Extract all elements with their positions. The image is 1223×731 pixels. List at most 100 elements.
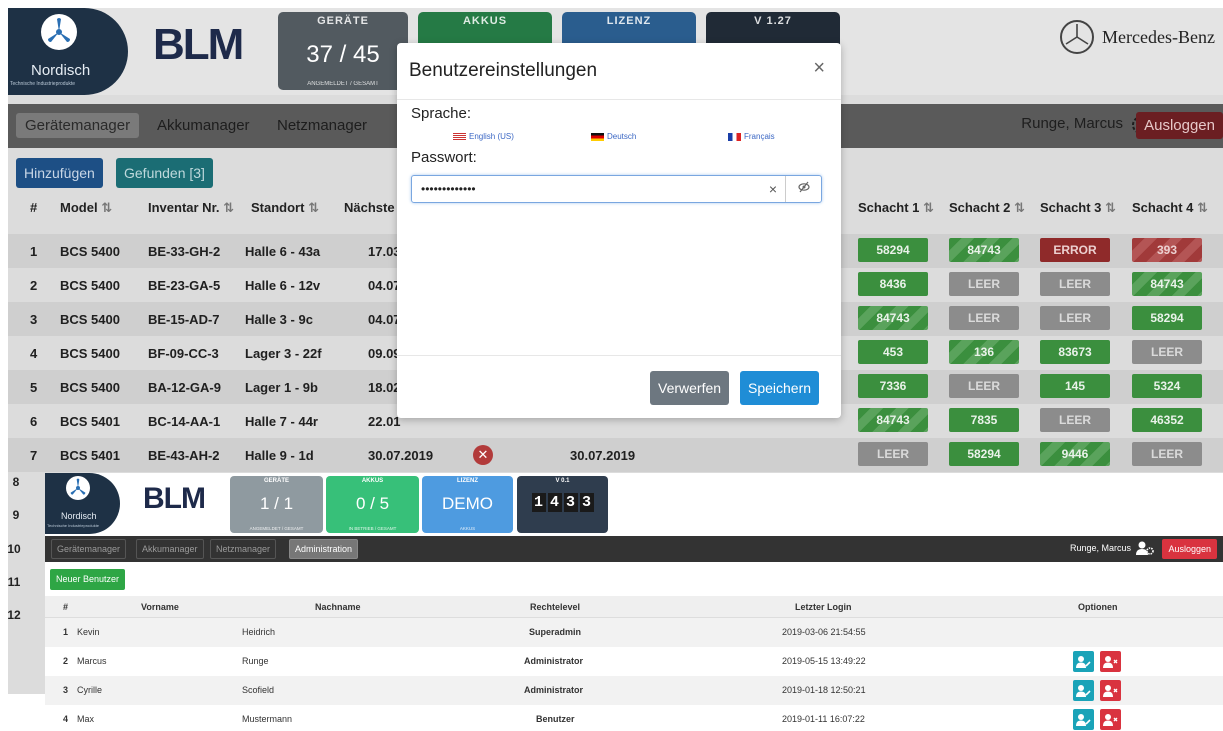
clear-icon[interactable]: × xyxy=(769,181,777,197)
slot-cell[interactable]: 58294 xyxy=(1132,306,1202,330)
slot-cell[interactable]: 453 xyxy=(858,340,928,364)
slot-cell[interactable]: 58294 xyxy=(949,442,1019,466)
slot-cell[interactable]: 7336 xyxy=(858,374,928,398)
tile-lizenz: LIZENZ DEMO AKKUS xyxy=(422,476,513,533)
mercedes-star-icon xyxy=(1060,20,1095,54)
bg-tile-akkus-head: AKKUS xyxy=(462,15,508,27)
slot-cell[interactable]: LEER xyxy=(1132,340,1202,364)
slot-cell[interactable]: 9446 xyxy=(1040,442,1110,466)
nav-netzmanager[interactable]: Netzmanager xyxy=(210,539,277,559)
user-last-login: 2019-05-15 13:49:22 xyxy=(782,656,866,666)
admin-logo-name: Nordisch xyxy=(61,511,97,521)
close-icon[interactable]: × xyxy=(813,57,825,80)
user-rights-level: Administrator xyxy=(524,685,584,695)
edit-user-button[interactable] xyxy=(1073,680,1094,701)
slot-cell[interactable]: ERROR xyxy=(1040,238,1110,262)
bg-th-schacht2[interactable]: Schacht 2 ⇅ xyxy=(949,200,1025,230)
slot-cell[interactable]: 5324 xyxy=(1132,374,1202,398)
bg-nav-netzmanager[interactable]: Netzmanager xyxy=(268,113,376,138)
admin-blm-logo: BLM xyxy=(143,476,215,526)
bg-logout-button[interactable]: Ausloggen xyxy=(1136,112,1223,139)
delete-user-icon xyxy=(1103,685,1118,697)
edit-user-button[interactable] xyxy=(1073,651,1094,672)
password-input[interactable]: ••••••••••••• × xyxy=(411,175,822,203)
row-model: BCS 5400 xyxy=(60,244,120,259)
save-button[interactable]: Speichern xyxy=(740,371,820,405)
slot-cell[interactable]: 393 xyxy=(1132,238,1202,262)
add-button[interactable]: Hinzufügen xyxy=(16,158,103,188)
slot-cell[interactable]: 136 xyxy=(949,340,1019,364)
slot-cell[interactable]: LEER xyxy=(858,442,928,466)
slot-cell[interactable]: LEER xyxy=(1040,408,1110,432)
eye-icon[interactable] xyxy=(785,176,821,202)
slot-cell[interactable]: LEER xyxy=(1040,306,1110,330)
nav-administration[interactable]: Administration xyxy=(289,539,359,559)
row-num: 4 xyxy=(30,346,38,361)
bg-th-schacht1[interactable]: Schacht 1 ⇅ xyxy=(858,200,934,230)
bg-th-num: # xyxy=(30,200,38,215)
slot-cell[interactable]: 8436 xyxy=(858,272,928,296)
slot-cell[interactable]: LEER xyxy=(949,374,1019,398)
lang-francais[interactable]: Français xyxy=(728,132,775,141)
propeller-icon xyxy=(41,14,77,50)
found-button[interactable]: Gefunden [3] xyxy=(116,158,213,188)
slot-cell[interactable]: 83673 xyxy=(1040,340,1110,364)
bg-th-model[interactable]: Model ⇅ xyxy=(60,200,112,230)
language-label: Sprache: xyxy=(411,105,472,122)
bg-nav-akkumanager[interactable]: Akkumanager xyxy=(148,113,259,138)
row-date: 17.03 xyxy=(368,244,401,259)
edit-user-button[interactable] xyxy=(1073,709,1094,730)
admin-blm-text: BLM xyxy=(143,482,206,515)
slot-cell[interactable]: LEER xyxy=(949,272,1019,296)
bg-table-row[interactable]: 7 BCS 5401 BE-43-AH-2 Halle 9 - 1d 30.07… xyxy=(8,438,1223,472)
lang-francais-label: Français xyxy=(744,132,775,141)
slot-cell[interactable]: LEER xyxy=(1132,442,1202,466)
new-user-button[interactable]: Neuer Benutzer xyxy=(50,569,126,590)
row-standort: Halle 3 - 9c xyxy=(245,312,313,327)
bg-th-inventar[interactable]: Inventar Nr. ⇅ xyxy=(148,200,234,230)
discard-button[interactable]: Verwerfen xyxy=(650,371,730,405)
sort-icon: ⇅ xyxy=(101,200,113,215)
row-model: BCS 5400 xyxy=(60,278,120,293)
row-num: 12 xyxy=(8,608,21,622)
tile-akkus-head: AKKUS xyxy=(361,478,384,484)
delete-user-button[interactable] xyxy=(1100,680,1121,701)
lang-deutsch[interactable]: Deutsch xyxy=(591,132,636,141)
user-row[interactable]: 2 Marcus Runge Administrator 2019-05-15 … xyxy=(45,647,1223,676)
slot-cell[interactable]: 7835 xyxy=(949,408,1019,432)
slot-cell[interactable]: 58294 xyxy=(858,238,928,262)
bg-th-next[interactable]: Nächste xyxy=(344,200,395,230)
delete-user-button[interactable] xyxy=(1100,709,1121,730)
row-date: 04.07 xyxy=(368,312,401,327)
lang-english[interactable]: English (US) xyxy=(453,132,514,141)
slot-cell[interactable]: LEER xyxy=(949,306,1019,330)
bg-th-standort[interactable]: Standort ⇅ xyxy=(251,200,319,230)
tile-version-head: V 0.1 xyxy=(555,478,570,484)
user-settings-icon[interactable] xyxy=(1135,540,1154,556)
slot-cell[interactable]: LEER xyxy=(1040,272,1110,296)
slot-cell[interactable]: 84743 xyxy=(858,408,928,432)
bg-nav-geraetemanager[interactable]: Gerätemanager xyxy=(16,113,140,138)
bg-th-schacht3[interactable]: Schacht 3 ⇅ xyxy=(1040,200,1116,230)
row-standort: Halle 6 - 12v xyxy=(245,278,321,293)
bg-th-schacht4[interactable]: Schacht 4 ⇅ xyxy=(1132,200,1208,230)
logout-button[interactable]: Ausloggen xyxy=(1162,539,1217,559)
tile-akkus-foot: IN BETRIEB / GESAMT xyxy=(348,526,397,531)
nav-geraetemanager[interactable]: Gerätemanager xyxy=(51,539,127,559)
slot-cell[interactable]: 145 xyxy=(1040,374,1110,398)
row-date: 04.07 xyxy=(368,278,401,293)
bg-logo-subtitle: Technische Industrieprodukte xyxy=(10,81,76,87)
user-row[interactable]: 3 Cyrille Scofield Administrator 2019-01… xyxy=(45,676,1223,705)
user-row[interactable]: 1 Kevin Heidrich Superadmin 2019-03-06 2… xyxy=(45,618,1223,647)
sort-icon: ⇅ xyxy=(1105,200,1116,215)
nav-akkumanager[interactable]: Akkumanager xyxy=(136,539,204,559)
delete-user-button[interactable] xyxy=(1100,651,1121,672)
slot-cell[interactable]: 46352 xyxy=(1132,408,1202,432)
sort-icon: ⇅ xyxy=(1014,200,1025,215)
row-standort: Halle 7 - 44r xyxy=(245,414,318,429)
user-row[interactable]: 4 Max Mustermann Benutzer 2019-01-11 16:… xyxy=(45,705,1223,731)
slot-cell[interactable]: 84743 xyxy=(949,238,1019,262)
slot-cell[interactable]: 84743 xyxy=(858,306,928,330)
slot-cell[interactable]: 84743 xyxy=(1132,272,1202,296)
edit-user-icon xyxy=(1076,656,1091,668)
